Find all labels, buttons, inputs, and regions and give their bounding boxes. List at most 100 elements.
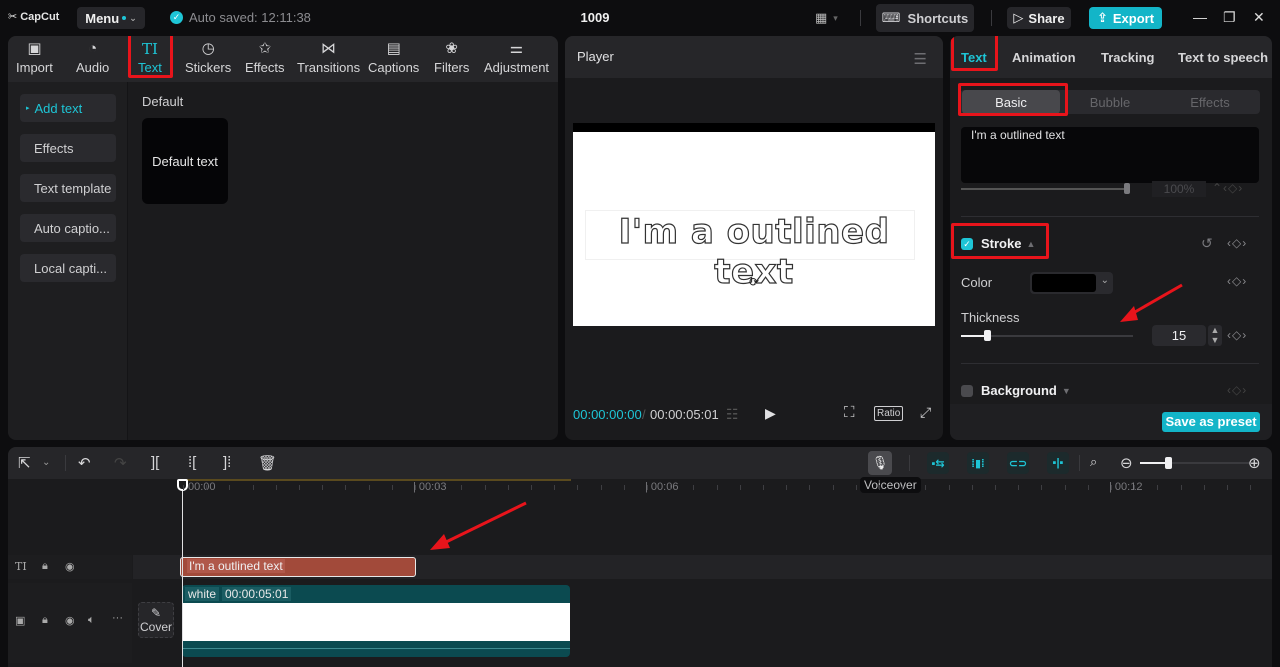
chevron-down-icon[interactable]: ⌄ xyxy=(42,457,50,468)
opacity-value[interactable]: 100% xyxy=(1152,181,1206,197)
chevron-down-icon[interactable]: ⌄ xyxy=(1101,275,1109,286)
lock-icon[interactable]: 🔒︎ xyxy=(42,560,48,573)
sidebar-item-add-text[interactable]: ▸ Add text xyxy=(20,94,116,122)
main-track-magnet-button[interactable]: ▪⇆ xyxy=(927,452,949,474)
thickness-slider-thumb[interactable] xyxy=(983,330,991,341)
ruler-tick xyxy=(995,485,996,490)
shortcuts-button[interactable]: ⌨ Shortcuts xyxy=(876,4,974,32)
thickness-stepper[interactable]: ▲ ▼ xyxy=(1208,325,1222,346)
auto-snap-button[interactable]: ⁞▮⁞ xyxy=(967,452,989,474)
text-content-input[interactable]: I'm a outlined text xyxy=(961,127,1259,183)
tool-import[interactable]: ▣ Import xyxy=(16,40,53,75)
default-text-card[interactable]: Default text xyxy=(142,118,228,204)
keyframe-icon[interactable]: ‹◇› xyxy=(1227,236,1247,250)
tab-text-to-speech[interactable]: Text to speech xyxy=(1178,50,1268,65)
sidebar-item-text-template[interactable]: Text template xyxy=(20,174,116,202)
background-checkbox[interactable] xyxy=(961,385,973,397)
restore-button[interactable]: ❐ xyxy=(1223,9,1236,26)
cover-button[interactable]: ✎ Cover xyxy=(138,602,174,638)
ruler-tick xyxy=(554,485,556,490)
sidebar-item-local-captions[interactable]: Local capti... xyxy=(20,254,116,282)
thickness-value[interactable]: 15 xyxy=(1152,325,1206,346)
preview-axis-button[interactable]: ▪|▪ xyxy=(1047,452,1069,474)
tool-stickers[interactable]: ◷ Stickers xyxy=(185,40,231,75)
video-clip[interactable]: white 00:00:05:01 xyxy=(182,585,570,657)
redo-button[interactable]: ↷ xyxy=(114,454,127,472)
save-as-preset-button[interactable]: Save as preset xyxy=(1162,412,1260,432)
tool-adjustment[interactable]: ⚌ Adjustment xyxy=(484,40,549,75)
audio-icon: ◔ xyxy=(88,40,98,57)
keyframe-icon[interactable]: ‹◇› xyxy=(1227,274,1247,288)
lock-icon[interactable]: 🔒︎ xyxy=(42,614,48,627)
reset-icon[interactable]: ↺ xyxy=(1201,235,1213,252)
background-section-title[interactable]: Background ▼ xyxy=(981,383,1071,398)
more-icon[interactable]: ··· xyxy=(112,612,123,624)
ratio-button[interactable]: Ratio xyxy=(874,406,904,421)
export-button[interactable]: ⇪ Export xyxy=(1089,7,1162,29)
axis-icon: ▪|▪ xyxy=(1052,457,1064,469)
layout-button[interactable]: ▦ ▾ xyxy=(815,10,838,26)
section-label: Default xyxy=(142,94,184,109)
playhead[interactable] xyxy=(182,479,183,667)
close-button[interactable]: ✕ xyxy=(1253,9,1265,26)
thickness-label: Thickness xyxy=(961,310,1020,325)
undo-button[interactable]: ↶ xyxy=(78,454,91,472)
minimize-button[interactable]: — xyxy=(1193,9,1207,25)
rotate-handle-icon[interactable]: ⟳ xyxy=(749,275,759,289)
split-left-button[interactable]: ⁞[ xyxy=(188,454,196,471)
select-tool-button[interactable]: ⇱ xyxy=(18,454,31,472)
ruler-tick xyxy=(1087,485,1089,490)
keyframe-icon[interactable]: ⌃‹◇› xyxy=(1212,181,1243,195)
sidebar-item-effects[interactable]: Effects xyxy=(20,134,116,162)
color-swatch[interactable] xyxy=(1032,274,1096,292)
tool-captions[interactable]: ▤ Captions xyxy=(368,40,419,75)
share-button[interactable]: ▷ Share xyxy=(1007,7,1071,29)
tab-animation[interactable]: Animation xyxy=(1012,50,1076,65)
delete-button[interactable]: 🗑 xyxy=(258,454,277,472)
linkage-button[interactable]: ⊂⊃ xyxy=(1007,452,1029,474)
zoom-fit-button[interactable]: ⛶ xyxy=(844,404,855,421)
text-clip[interactable]: I'm a outlined text xyxy=(180,557,416,577)
opacity-slider-thumb[interactable] xyxy=(1124,183,1130,194)
play-button[interactable]: ▶ xyxy=(765,405,776,422)
menu-button[interactable]: Menu ⌄ xyxy=(77,7,145,29)
text-clip-label: I'm a outlined text xyxy=(187,559,285,573)
sidebar-item-auto-captions[interactable]: Auto captio... xyxy=(20,214,116,242)
ruler-tick xyxy=(299,485,300,490)
voiceover-button[interactable]: 🎙 xyxy=(868,451,892,475)
subtab-effects[interactable]: Effects xyxy=(1160,90,1260,114)
timeline-zoom-thumb[interactable] xyxy=(1164,457,1172,469)
subtab-bubble[interactable]: Bubble xyxy=(1060,90,1160,114)
audio-mute-icon[interactable]: 🔈︎ xyxy=(88,614,95,627)
redo-icon: ↷ xyxy=(114,455,127,472)
zoom-in-button[interactable]: ⊕ xyxy=(1248,454,1261,472)
ruler-tick xyxy=(322,485,324,490)
text-track-header: TI 🔒︎ ◉ xyxy=(8,555,132,579)
keyframe-icon[interactable]: ‹◇› xyxy=(1227,328,1247,342)
opacity-slider[interactable] xyxy=(961,188,1126,190)
tab-tracking[interactable]: Tracking xyxy=(1101,50,1154,65)
zoom-to-fit-button[interactable]: ⌕ xyxy=(1090,454,1097,470)
eye-icon[interactable]: ◉ xyxy=(65,614,75,627)
keyframe-icon[interactable]: ‹◇› xyxy=(1227,383,1247,397)
zoom-out-button[interactable]: ⊖ xyxy=(1120,454,1133,472)
preview-canvas[interactable]: I'm a outlined text ⟳ xyxy=(573,132,935,326)
ruler-tick xyxy=(183,485,184,490)
tool-audio[interactable]: ◔ Audio xyxy=(76,40,109,75)
adjustment-icon: ⚌ xyxy=(509,40,524,57)
ruler-tick xyxy=(855,485,857,490)
ruler-tick xyxy=(739,485,741,490)
text-sidebar: ▸ Add text Effects Text template Auto cap… xyxy=(8,82,128,440)
split-right-button[interactable]: ]⁞ xyxy=(223,454,231,471)
ruler-tick xyxy=(1227,485,1228,490)
menu-icon[interactable]: ☰ xyxy=(914,50,927,68)
eye-icon[interactable]: ◉ xyxy=(65,560,75,573)
tool-filters[interactable]: ❀ Filters xyxy=(434,40,469,75)
fullscreen-button[interactable]: ⤢ xyxy=(920,404,931,421)
split-button[interactable]: ][ xyxy=(151,454,159,471)
cursor-icon: ⇱ xyxy=(18,455,31,472)
current-timecode: 00:00:00:00 xyxy=(573,407,642,422)
tool-effects[interactable]: ✩ Effects xyxy=(245,40,285,75)
tool-transitions[interactable]: ⋈ Transitions xyxy=(297,40,360,75)
stroke-color-picker[interactable]: ⌄ xyxy=(1030,272,1113,294)
